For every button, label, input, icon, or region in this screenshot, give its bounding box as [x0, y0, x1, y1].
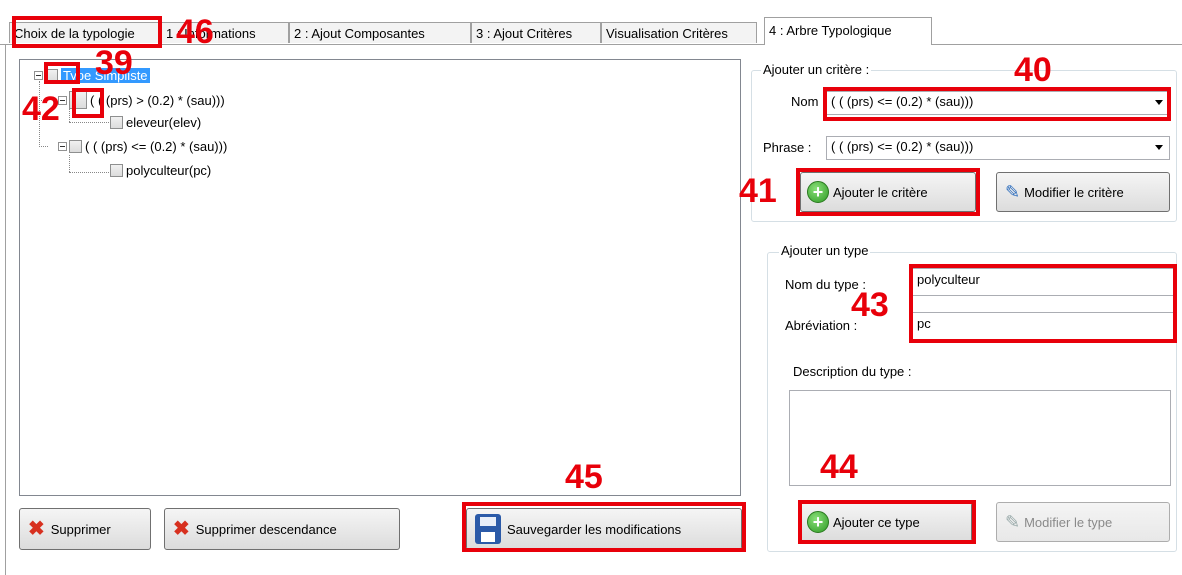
annotation-box-39: [44, 62, 80, 84]
annotation-number-44: 44: [820, 448, 858, 486]
dropdown-arrow-icon[interactable]: [1155, 145, 1163, 150]
tree-checkbox[interactable]: [69, 139, 82, 153]
tree-checkbox[interactable]: [110, 115, 123, 129]
tab-ajout-criteres[interactable]: 3 : Ajout Critères: [471, 22, 601, 43]
tree-node-polyculteur[interactable]: polyculteur(pc): [110, 161, 211, 179]
edit-criterion-label: Modifier le critère: [1024, 184, 1124, 200]
tab-visualisation-criteres[interactable]: Visualisation Critères: [601, 22, 757, 43]
edit-criterion-button[interactable]: ✎ Modifier le critère: [996, 172, 1170, 212]
tab-label: 3 : Ajout Critères: [476, 26, 573, 41]
tab-ajout-composantes[interactable]: 2 : Ajout Composantes: [289, 22, 471, 43]
tree-node-label: eleveur(elev): [126, 114, 202, 130]
collapse-icon[interactable]: [34, 70, 43, 80]
annotation-box-41: [796, 168, 980, 216]
delete-x-icon: ✖: [28, 518, 45, 540]
edit-pencil-icon: ✎: [1005, 181, 1021, 202]
annotation-box-43: [909, 264, 1177, 343]
annotation-number-43: 43: [851, 286, 889, 324]
annotation-box-46: [12, 16, 162, 48]
annotation-number-40: 40: [1014, 51, 1052, 89]
annotation-number-41: 41: [739, 172, 777, 210]
annotation-box-44: [798, 500, 976, 544]
annotation-number-42: 42: [22, 90, 60, 128]
criterion-phrase-combo[interactable]: ( ( (prs) <= (0.2) * (sau))): [826, 136, 1170, 160]
tab-label: 2 : Ajout Composantes: [294, 26, 425, 41]
delete-descendants-button[interactable]: ✖ Supprimer descendance: [164, 508, 400, 550]
tree-node-eleveur[interactable]: eleveur(elev): [110, 113, 201, 131]
page-border: [5, 45, 6, 575]
annotation-number-39: 39: [95, 44, 133, 82]
delete-descendants-label: Supprimer descendance: [195, 521, 337, 537]
tab-arbre-typologique[interactable]: 4 : Arbre Typologique: [764, 17, 932, 45]
tree-node-criterion-le[interactable]: ( ( (prs) <= (0.2) * (sau))): [58, 137, 227, 155]
delete-button-label: Supprimer: [50, 521, 111, 537]
typology-tree[interactable]: Type Simpliste ( ( (prs) > (0.2) * (sau)…: [19, 59, 741, 496]
add-type-legend: Ajouter un type: [779, 243, 871, 258]
tree-node-label: ( ( (prs) > (0.2) * (sau))): [90, 92, 225, 108]
edit-type-label: Modifier le type: [1024, 514, 1113, 530]
add-criterion-legend: Ajouter un critère :: [761, 62, 872, 77]
tree-node-label: polyculteur(pc): [126, 162, 212, 178]
criterion-phrase-label: Phrase :: [763, 140, 812, 155]
tab-label: 4 : Arbre Typologique: [769, 23, 892, 38]
type-description-label: Description du type :: [793, 364, 912, 379]
type-abbr-label: Abréviation :: [785, 318, 858, 333]
delete-button[interactable]: ✖ Supprimer: [19, 508, 151, 550]
edit-pencil-icon: ✎: [1005, 511, 1021, 532]
edit-type-button: ✎ Modifier le type: [996, 502, 1170, 542]
tree-checkbox[interactable]: [110, 163, 123, 177]
annotation-box-42: [72, 88, 104, 118]
annotation-number-46: 46: [176, 13, 214, 51]
collapse-icon[interactable]: [58, 141, 67, 151]
annotation-number-45: 45: [565, 458, 603, 496]
tree-node-label: ( ( (prs) <= (0.2) * (sau))): [85, 138, 228, 154]
delete-x-icon: ✖: [173, 518, 190, 540]
criterion-name-label: Nom :: [791, 94, 826, 109]
criterion-phrase-value: ( ( (prs) <= (0.2) * (sau))): [831, 139, 974, 154]
annotation-box-40: [823, 87, 1171, 121]
annotation-box-45: [462, 502, 746, 552]
tab-label: Visualisation Critères: [606, 26, 728, 41]
